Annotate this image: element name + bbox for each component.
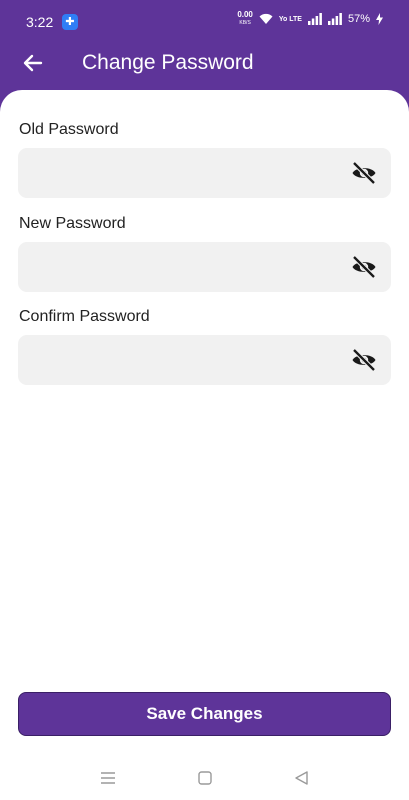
home-square-icon: [198, 771, 212, 785]
back-nav-button[interactable]: [290, 768, 314, 788]
eye-off-icon: [352, 348, 376, 372]
back-triangle-icon: [295, 771, 308, 785]
new-password-label: New Password: [19, 215, 126, 232]
network-speed-unit: KB/S: [239, 20, 251, 26]
new-password-visibility-toggle[interactable]: [351, 255, 377, 279]
network-speed-value: 0.00: [237, 10, 253, 19]
confirm-password-input[interactable]: [18, 335, 338, 385]
new-password-input[interactable]: [18, 242, 338, 292]
confirm-password-visibility-toggle[interactable]: [351, 348, 377, 372]
notification-icon: ✚: [62, 14, 78, 30]
signal-icon: [307, 13, 322, 25]
signal-icon: [327, 13, 342, 25]
charging-icon: [376, 13, 383, 25]
menu-icon: [101, 772, 115, 784]
new-password-field: [18, 242, 391, 292]
status-bar: 3:22 ✚ 0.00 KB/S Yo LTE 57%: [0, 0, 409, 42]
eye-off-icon: [352, 255, 376, 279]
system-nav-bar: [0, 758, 409, 800]
status-indicators: 0.00 KB/S Yo LTE 57%: [237, 11, 383, 27]
eye-off-icon: [352, 161, 376, 185]
recent-apps-button[interactable]: [96, 768, 120, 788]
confirm-password-label: Confirm Password: [19, 308, 150, 325]
app-bar: Change Password: [0, 42, 409, 86]
battery-percent: 57%: [347, 13, 370, 25]
old-password-visibility-toggle[interactable]: [351, 161, 377, 185]
old-password-input[interactable]: [18, 148, 338, 198]
arrow-left-icon: [23, 54, 43, 72]
wifi-icon: [259, 13, 273, 24]
status-time: 3:22: [26, 14, 54, 30]
confirm-password-field: [18, 335, 391, 385]
old-password-label: Old Password: [19, 121, 119, 138]
old-password-field: [18, 148, 391, 198]
save-changes-button[interactable]: Save Changes: [18, 692, 391, 736]
home-button[interactable]: [193, 768, 217, 788]
network-speed: 0.00 KB/S: [237, 11, 253, 27]
back-button[interactable]: [18, 48, 48, 78]
volte-indicator: Yo LTE: [278, 15, 302, 23]
page-title: Change Password: [82, 51, 254, 74]
